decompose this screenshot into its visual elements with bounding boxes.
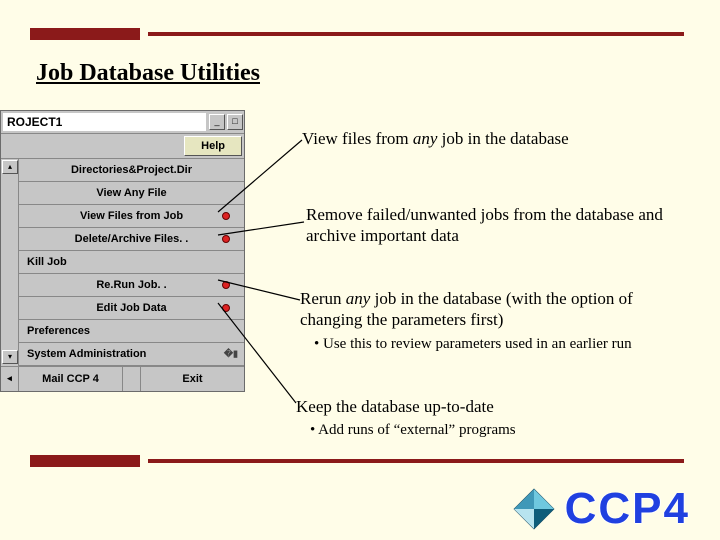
diamond-icon [511,486,557,532]
mail-ccp4-button[interactable]: Mail CCP 4 [19,367,123,391]
left-scrollbar[interactable]: ▴ ▾ [1,159,19,366]
scroll-left-icon[interactable]: ◂ [1,367,19,391]
menu-item-view-files-from-job[interactable]: View Files from Job [19,205,244,228]
top-accent-bar-right [148,32,684,36]
page-title: Job Database Utilities [36,60,260,87]
menu-item-directories[interactable]: Directories&Project.Dir [19,159,244,182]
menu-footer: ◂ Mail CCP 4 Exit [1,366,244,391]
top-accent-bar-left [30,28,140,40]
menu-item-view-any-file[interactable]: View Any File [19,182,244,205]
note-view-files: View files from any job in the database [302,128,682,149]
ccp4-logo: CCP4 [511,484,690,534]
note-rerun-sub: • Use this to review parameters used in … [314,335,680,354]
callout-dot-icon [222,212,230,220]
menu-item-rerun-job[interactable]: Re.Run Job. . [19,274,244,297]
minimize-button[interactable]: _ [209,114,225,130]
callout-dot-icon [222,304,230,312]
callout-dot-icon [222,235,230,243]
divider [123,367,141,391]
menu-item-kill-job[interactable]: Kill Job [19,251,244,274]
scroll-up-icon[interactable]: ▴ [2,160,18,174]
callout-dot-icon [222,281,230,289]
scroll-down-icon[interactable]: ▾ [2,350,18,364]
menu-item-delete-archive[interactable]: Delete/Archive Files. . [19,228,244,251]
exit-button[interactable]: Exit [141,367,244,391]
maximize-button[interactable]: □ [227,114,243,130]
note-rerun: Rerun any job in the database (with the … [300,288,680,353]
menu-item-label: View Files from Job [80,210,183,222]
note-remove-jobs: Remove failed/unwanted jobs from the dat… [306,204,686,247]
menu-item-edit-job-data[interactable]: Edit Job Data [19,297,244,320]
bottom-accent-bar-right [148,459,684,463]
window-title: ROJECT1 [3,113,206,131]
menu-item-system-admin[interactable]: System Administration �▮ [19,343,244,366]
utilities-menu-window: ROJECT1 _ □ Help ▴ ▾ Directories&Project… [0,110,245,392]
submenu-indicator-icon: �▮ [224,349,238,360]
logo-text: CCP4 [565,484,690,534]
note-keep-uptodate-sub: • Add runs of “external” programs [310,421,676,440]
help-button[interactable]: Help [184,136,242,156]
menu-item-label: Re.Run Job. . [96,279,166,291]
menu-item-label: System Administration [27,348,146,360]
window-titlebar: ROJECT1 _ □ [1,111,244,134]
menu-item-preferences[interactable]: Preferences [19,320,244,343]
menu-item-label: Edit Job Data [96,302,166,314]
note-keep-uptodate: Keep the database up-to-date • Add runs … [296,396,676,440]
menu-item-label: Delete/Archive Files. . [75,233,189,245]
bottom-accent-bar-left [30,455,140,467]
